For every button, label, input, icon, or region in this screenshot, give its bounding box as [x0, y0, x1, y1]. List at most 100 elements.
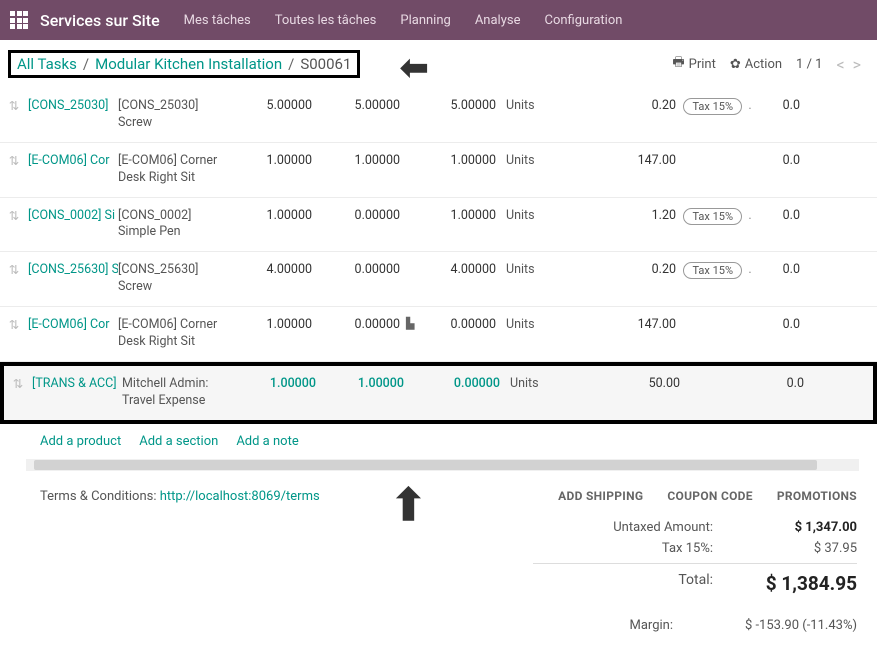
uom: Units — [500, 98, 540, 113]
promotions[interactable]: PROMOTIONS — [777, 489, 857, 503]
product-link[interactable]: [CONS_25030] — [28, 98, 118, 113]
untaxed-label: Untaxed Amount: — [573, 520, 713, 535]
drag-handle-icon[interactable]: ⇅ — [0, 262, 28, 278]
print-icon: 🖶 — [672, 53, 684, 75]
order-line[interactable]: ⇅[CONS_25630] S[CONS_25630] Screw4.00000… — [0, 252, 877, 307]
drag-handle-icon[interactable]: ⇅ — [4, 376, 32, 392]
tax-tag[interactable]: Tax 15% — [683, 208, 742, 225]
order-line[interactable]: ⇅[TRANS & ACC]Mitchell Admin: Travel Exp… — [0, 362, 877, 424]
app-title: Services sur Site — [40, 11, 160, 30]
tax-cell[interactable]: Tax 15% — [680, 262, 742, 279]
horizontal-scrollbar[interactable] — [26, 459, 859, 471]
tax-label: Tax 15%: — [573, 541, 713, 556]
total-label: Total: — [573, 572, 713, 595]
unit-price[interactable]: 147.00 — [540, 153, 680, 168]
untaxed-value: $ 1,347.00 — [737, 520, 857, 535]
nav-menu: Mes tâches Toutes les tâches Planning An… — [184, 13, 623, 28]
tax-cell[interactable]: Tax 15% — [680, 98, 742, 115]
qty-invoiced: 1.00000 — [422, 208, 500, 223]
qty-delivered[interactable]: 0.00000 — [316, 317, 404, 332]
qty-delivered[interactable]: 0.00000 — [316, 208, 404, 223]
tax-cell[interactable]: Tax 15% — [680, 208, 742, 225]
add-shipping[interactable]: ADD SHIPPING — [558, 489, 643, 503]
breadcrumb-sep: / — [83, 55, 89, 73]
description: [CONS_25630] Screw — [118, 262, 228, 296]
qty-ordered[interactable]: 1.00000 — [228, 208, 316, 223]
apps-icon[interactable] — [10, 11, 28, 29]
description: [CONS_25030] Screw — [118, 98, 228, 132]
unit-price[interactable]: 0.20 — [540, 98, 680, 113]
add-line-row: Add a product Add a section Add a note — [0, 424, 877, 459]
tax-value: $ 37.95 — [737, 541, 857, 556]
coupon-code[interactable]: COUPON CODE — [667, 489, 752, 503]
unit-price[interactable]: 1.20 — [540, 208, 680, 223]
uom: Units — [500, 208, 540, 223]
qty-delivered[interactable]: 0.00000 — [316, 262, 404, 277]
drag-handle-icon[interactable]: ⇅ — [0, 98, 28, 114]
product-link[interactable]: [CONS_0002] Si — [28, 208, 118, 223]
drag-handle-icon[interactable]: ⇅ — [0, 208, 28, 224]
qty-ordered[interactable]: 4.00000 — [228, 262, 316, 277]
nav-all-tasks[interactable]: Toutes les tâches — [275, 13, 377, 28]
qty-ordered[interactable]: 1.00000 — [228, 317, 316, 332]
tax-tag[interactable]: Tax 15% — [683, 262, 742, 279]
drag-handle-icon[interactable]: ⇅ — [0, 153, 28, 169]
product-link[interactable]: [TRANS & ACC] — [32, 376, 122, 391]
uom: Units — [504, 376, 544, 391]
add-note[interactable]: Add a note — [236, 434, 298, 449]
uom: Units — [500, 262, 540, 277]
order-line[interactable]: ⇅[E-COM06] Cor[E-COM06] Corner Desk Righ… — [0, 143, 877, 198]
print-button[interactable]: 🖶 Print — [672, 53, 715, 75]
product-link[interactable]: [E-COM06] Cor — [28, 153, 118, 168]
forecast-icon[interactable]: ▙ — [404, 317, 422, 330]
qty-ordered[interactable]: 5.00000 — [228, 98, 316, 113]
drag-handle-icon[interactable]: ⇅ — [0, 317, 28, 333]
print-label: Print — [689, 57, 716, 72]
terms: Terms & Conditions: http://localhost:806… — [40, 489, 320, 504]
pager-next[interactable]: > — [853, 55, 861, 74]
subtotal: 0.0 — [762, 376, 812, 391]
add-product[interactable]: Add a product — [40, 434, 121, 449]
qty-ordered[interactable]: 1.00000 — [232, 376, 320, 391]
product-link[interactable]: [E-COM06] Cor — [28, 317, 118, 332]
nav-planning[interactable]: Planning — [400, 13, 450, 28]
description: Mitchell Admin: Travel Expense — [122, 376, 232, 410]
tax-tag[interactable]: Tax 15% — [683, 98, 742, 115]
tax-line: Tax 15%: $ 37.95 — [533, 538, 857, 559]
qty-ordered[interactable]: 1.00000 — [228, 153, 316, 168]
terms-link[interactable]: http://localhost:8069/terms — [160, 489, 320, 504]
breadcrumb-root[interactable]: All Tasks — [17, 55, 77, 73]
margin-label: Margin: — [533, 618, 673, 633]
add-section[interactable]: Add a section — [139, 434, 218, 449]
qty-delivered[interactable]: 1.00000 — [316, 153, 404, 168]
gear-icon: ✿ — [730, 57, 741, 72]
nav-analyse[interactable]: Analyse — [475, 13, 521, 28]
product-link[interactable]: [CONS_25630] S — [28, 262, 118, 277]
qty-delivered[interactable]: 1.00000 — [320, 376, 408, 391]
overflow-dot: . — [742, 208, 758, 223]
qty-invoiced: 0.00000 — [422, 317, 500, 332]
subtotal: 0.0 — [758, 98, 808, 113]
description: [E-COM06] Corner Desk Right Sit — [118, 153, 228, 187]
subtotal: 0.0 — [758, 153, 808, 168]
total-line: Total: $ 1,384.95 — [533, 563, 857, 598]
scrollbar-thumb[interactable] — [34, 460, 817, 470]
pager-count: 1 / 1 — [796, 57, 822, 72]
unit-price[interactable]: 0.20 — [540, 262, 680, 277]
action-button[interactable]: ✿ Action — [730, 57, 782, 72]
shipping-actions: ADD SHIPPING COUPON CODE PROMOTIONS — [533, 489, 857, 503]
nav-config[interactable]: Configuration — [544, 13, 622, 28]
total-value: $ 1,384.95 — [737, 572, 857, 595]
order-line[interactable]: ⇅[CONS_0002] Si[CONS_0002] Simple Pen1.0… — [0, 198, 877, 253]
qty-delivered[interactable]: 5.00000 — [316, 98, 404, 113]
untaxed-line: Untaxed Amount: $ 1,347.00 — [533, 517, 857, 538]
breadcrumb-parent[interactable]: Modular Kitchen Installation — [95, 55, 282, 73]
nav-my-tasks[interactable]: Mes tâches — [184, 13, 251, 28]
pager-prev[interactable]: < — [836, 55, 844, 74]
order-line[interactable]: ⇅[E-COM06] Cor[E-COM06] Corner Desk Righ… — [0, 307, 877, 362]
header-actions: 🖶 Print ✿ Action 1 / 1 < > — [672, 53, 861, 75]
unit-price[interactable]: 147.00 — [540, 317, 680, 332]
order-line[interactable]: ⇅[CONS_25030][CONS_25030] Screw5.000005.… — [0, 88, 877, 143]
unit-price[interactable]: 50.00 — [544, 376, 684, 391]
uom: Units — [500, 317, 540, 332]
